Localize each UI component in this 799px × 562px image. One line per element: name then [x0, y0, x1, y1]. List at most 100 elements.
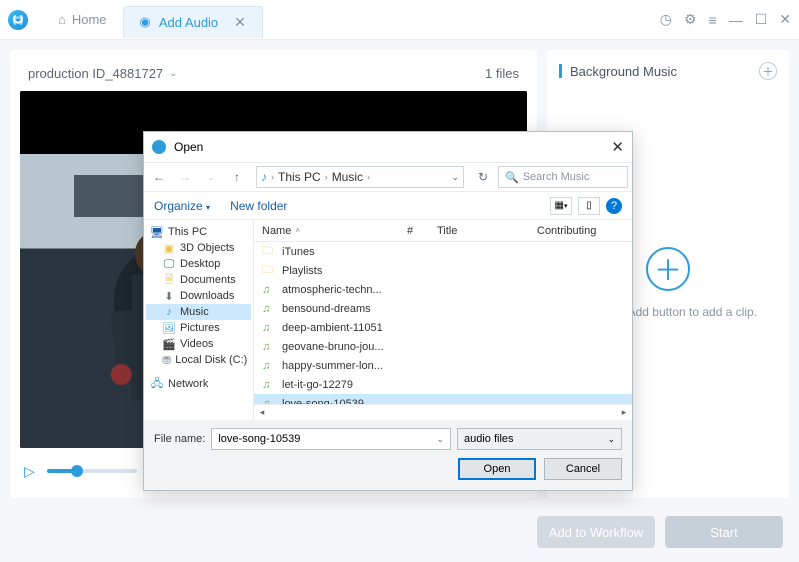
start-button[interactable]: Start [665, 516, 783, 548]
help-button[interactable]: ? [606, 198, 622, 214]
audio-file-icon: ♫ [262, 322, 276, 334]
search-input[interactable] [523, 171, 621, 183]
history-icon[interactable]: ◷ [660, 11, 672, 28]
dialog-footer: File name: love-song-10539 ⌄ audio files… [144, 420, 632, 490]
file-row[interactable]: ♫atmospheric-techn... [254, 280, 632, 299]
filename-input[interactable]: love-song-10539 ⌄ [211, 428, 451, 450]
file-count: 1 files [485, 66, 519, 81]
play-button[interactable]: ▷ [24, 463, 35, 480]
app-logo [8, 10, 28, 30]
crumb-music[interactable]: Music [332, 170, 363, 184]
folder-icon: 🗀 [262, 261, 276, 280]
file-row[interactable]: 🗀iTunes [254, 242, 632, 261]
tree-item-desktop[interactable]: 🖵Desktop [146, 256, 251, 272]
preview-pane-button[interactable]: ▯ [578, 197, 600, 215]
project-name-dropdown[interactable]: production ID_4881727 ⌄ [28, 66, 178, 81]
folder-tree: 🖥This PC▣3D Objects🖵Desktop🗎Documents⬇Do… [144, 220, 254, 420]
project-name: production ID_4881727 [28, 66, 163, 81]
file-row[interactable]: ♫happy-summer-lon... [254, 356, 632, 375]
refresh-button[interactable]: ↻ [472, 166, 494, 188]
tab-label: Add Audio [159, 15, 218, 30]
search-box[interactable]: 🔍 [498, 166, 628, 188]
gear-icon[interactable]: ⚙ [684, 11, 697, 28]
nav-forward-button[interactable]: → [174, 166, 196, 188]
tree-item-downloads[interactable]: ⬇Downloads [146, 288, 251, 304]
tree-item-network[interactable]: 🖧Network [146, 376, 251, 392]
nav-back-button[interactable]: ← [148, 166, 170, 188]
audio-tab-icon: ◉ [140, 14, 151, 30]
chevron-down-icon[interactable]: ⌄ [451, 172, 459, 183]
tree-item-3d-objects[interactable]: ▣3D Objects [146, 240, 251, 256]
desktop-icon: 🖵 [162, 258, 176, 270]
col-name[interactable]: Name ˄ [254, 225, 399, 237]
file-row[interactable]: 🗀Playlists [254, 261, 632, 280]
filename-label: File name: [154, 433, 205, 445]
menu-icon[interactable]: ≡ [709, 12, 717, 28]
tab-home[interactable]: ⌂ Home [42, 0, 123, 40]
folder-icon: 🗀 [262, 242, 276, 261]
music-icon: ♪ [261, 170, 267, 184]
nav-recent-dropdown[interactable]: ⌄ [200, 166, 222, 188]
dialog-navbar: ← → ⌄ ↑ ♪ › This PC › Music › ⌄ ↻ 🔍 [144, 162, 632, 192]
filetype-filter[interactable]: audio files ⌄ [457, 428, 622, 450]
file-row[interactable]: ♫let-it-go-12279 [254, 375, 632, 394]
nav-up-button[interactable]: ↑ [226, 166, 248, 188]
tree-item-documents[interactable]: 🗎Documents [146, 272, 251, 288]
file-list-area: Name ˄ # Title Contributing 🗀iTunes🗀Play… [254, 220, 632, 420]
minimize-icon[interactable]: — [729, 12, 743, 28]
crumb-thispc[interactable]: This PC [278, 170, 321, 184]
col-num[interactable]: # [399, 225, 429, 237]
cancel-button[interactable]: Cancel [544, 458, 622, 480]
col-title[interactable]: Title [429, 225, 529, 237]
add-clip-button[interactable]: ＋ [646, 247, 690, 291]
tree-item-pictures[interactable]: 🖼Pictures [146, 320, 251, 336]
dialog-body: 🖥This PC▣3D Objects🖵Desktop🗎Documents⬇Do… [144, 220, 632, 420]
open-button[interactable]: Open [458, 458, 536, 480]
tree-item-this-pc[interactable]: 🖥This PC [146, 224, 251, 240]
tree-item-videos[interactable]: 🎬Videos [146, 336, 251, 352]
audio-file-icon: ♫ [262, 284, 276, 296]
close-window-icon[interactable]: ✕ [779, 11, 791, 28]
pic-icon: 🖼 [162, 322, 176, 334]
bgm-header: Background Music ＋ [559, 62, 777, 80]
file-row[interactable]: ♫geovane-bruno-jou... [254, 337, 632, 356]
tree-item-music[interactable]: ♪Music [146, 304, 251, 320]
down-icon: ⬇ [162, 290, 176, 302]
audio-file-icon: ♫ [262, 341, 276, 353]
add-small-button[interactable]: ＋ [759, 62, 777, 80]
col-contrib[interactable]: Contributing [529, 225, 632, 237]
dialog-title: Open [174, 140, 203, 154]
file-row[interactable]: ♫love-song-10539 [254, 394, 632, 404]
file-row[interactable]: ♫bensound-dreams [254, 299, 632, 318]
audio-file-icon: ♫ [262, 360, 276, 372]
music-icon: ♪ [162, 306, 176, 318]
footer-buttons: Add to Workflow Start [537, 516, 783, 548]
timeline-slider[interactable] [47, 469, 137, 473]
organize-menu[interactable]: Organize ▾ [154, 199, 210, 213]
titlebar: ⌂ Home ◉ Add Audio ✕ ◷ ⚙ ≡ — ☐ ✕ [0, 0, 799, 40]
file-list: 🗀iTunes🗀Playlists♫atmospheric-techn...♫b… [254, 242, 632, 404]
close-icon[interactable]: ✕ [611, 138, 624, 156]
tree-item-local-disk-c-[interactable]: ⛃Local Disk (C:) [146, 352, 251, 368]
search-icon: 🔍 [505, 171, 519, 184]
tab-add-audio[interactable]: ◉ Add Audio ✕ [123, 6, 263, 38]
maximize-icon[interactable]: ☐ [755, 11, 768, 28]
bgm-title: Background Music [570, 64, 677, 79]
new-folder-button[interactable]: New folder [230, 199, 287, 213]
chevron-down-icon: ⌄ [169, 68, 177, 79]
drive-icon: ⛃ [162, 354, 171, 366]
vid-icon: 🎬 [162, 338, 176, 350]
scrollbar-horizontal[interactable]: ◂ ▸ [254, 404, 632, 420]
accent-bar [559, 64, 562, 78]
home-icon: ⌂ [58, 12, 66, 27]
dialog-app-icon [152, 140, 166, 154]
breadcrumb[interactable]: ♪ › This PC › Music › ⌄ [256, 166, 464, 188]
audio-file-icon: ♫ [262, 379, 276, 391]
net-icon: 🖧 [150, 378, 164, 390]
view-mode-button[interactable]: ▦ ▾ [550, 197, 572, 215]
file-row[interactable]: ♫deep-ambient-11051 [254, 318, 632, 337]
add-workflow-button[interactable]: Add to Workflow [537, 516, 655, 548]
close-icon[interactable]: ✕ [234, 14, 246, 31]
monitor-icon: 🖥 [150, 226, 164, 238]
titlebar-controls: ◷ ⚙ ≡ — ☐ ✕ [660, 11, 791, 28]
